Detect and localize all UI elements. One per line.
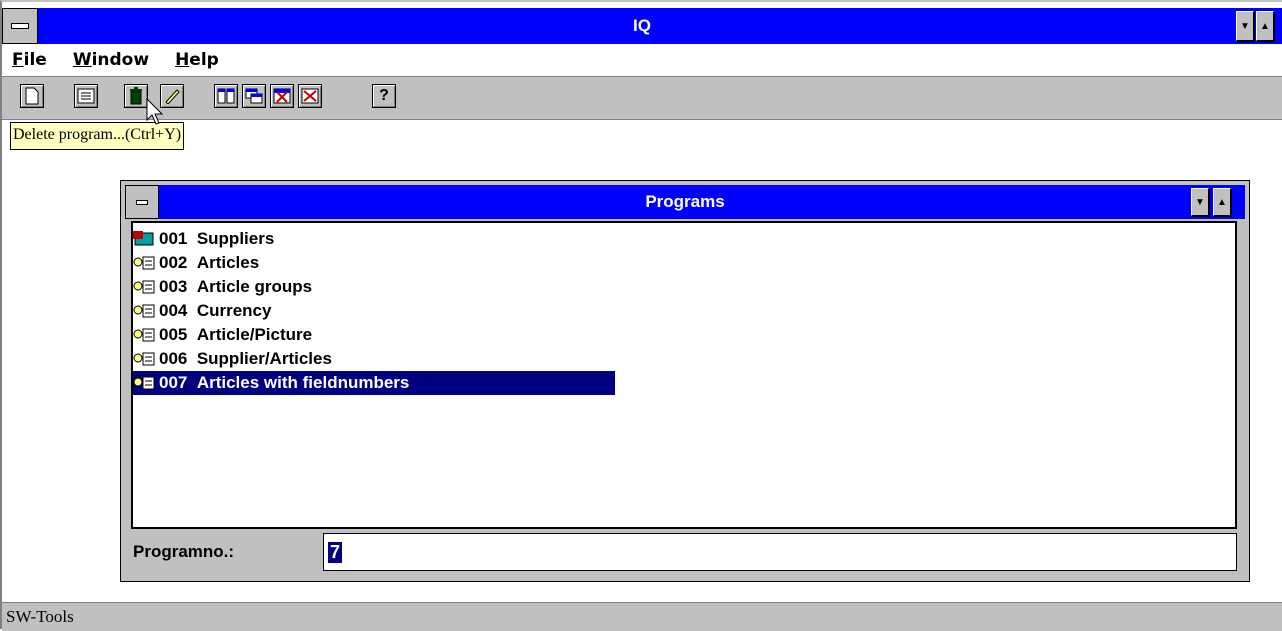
list-item[interactable]: 006 Supplier/Articles [133, 347, 613, 371]
system-menu-icon [11, 23, 29, 29]
delete-program-button[interactable] [124, 84, 148, 108]
program-icon [133, 374, 159, 392]
program-icon [133, 326, 159, 344]
list-item[interactable]: 004 Currency [133, 299, 613, 323]
list-button[interactable] [74, 84, 98, 108]
window-title: IQ [633, 16, 651, 35]
programs-window: Programs ▼ ▲ 001 Suppliers 002 Articles … [120, 180, 1250, 582]
menu-help[interactable]: Help [175, 50, 219, 70]
programs-maximize-button[interactable]: ▲ [1213, 188, 1231, 216]
minimize-icon: ▼ [1240, 20, 1250, 32]
tooltip: Delete program...(Ctrl+Y) [10, 122, 185, 150]
menu-bar: File Window Help [12, 46, 1272, 74]
help-icon: ? [379, 87, 389, 104]
program-icon [133, 302, 159, 320]
tile-icon [217, 88, 235, 104]
programno-label: Programno.: [133, 542, 235, 561]
cascade-button[interactable] [242, 84, 266, 108]
list-item[interactable]: 002 Articles [133, 251, 613, 275]
new-icon [25, 87, 39, 105]
programs-list[interactable]: 001 Suppliers 002 Articles 003 Article g… [131, 221, 1237, 529]
close-window-icon [273, 88, 291, 104]
status-text: SW-Tools [6, 607, 74, 626]
new-program-button[interactable] [20, 84, 44, 108]
programs-minimize-button[interactable]: ▼ [1191, 188, 1209, 216]
list-item-selected[interactable]: 007 Articles with fieldnumbers [133, 371, 615, 395]
menu-window[interactable]: Window [73, 50, 149, 70]
programno-value: 7 [328, 541, 343, 563]
delete-icon [130, 87, 142, 105]
programno-input[interactable]: 7 [323, 533, 1237, 571]
close-all-button[interactable] [298, 84, 322, 108]
list-item[interactable]: 005 Article/Picture [133, 323, 613, 347]
program-icon [133, 254, 159, 272]
cascade-icon [245, 88, 263, 104]
minimize-button[interactable]: ▼ [1236, 11, 1254, 41]
status-bar: SW-Tools [2, 602, 1282, 631]
program-icon [133, 278, 159, 296]
help-button[interactable]: ? [372, 84, 396, 108]
list-item[interactable]: 003 Article groups [133, 275, 613, 299]
title-bar[interactable]: IQ [2, 8, 1282, 44]
system-menu-button[interactable] [2, 8, 38, 44]
program-icon [133, 350, 159, 368]
program-icon [133, 230, 159, 248]
list-icon [77, 88, 95, 104]
close-all-icon [301, 88, 319, 104]
programs-title: Programs [645, 192, 725, 211]
close-window-button[interactable] [270, 84, 294, 108]
system-menu-icon [136, 199, 148, 205]
programs-system-menu-button[interactable] [125, 185, 159, 219]
list-item[interactable]: 001 Suppliers [133, 227, 613, 251]
tile-button[interactable] [214, 84, 238, 108]
maximize-icon: ▲ [1217, 196, 1227, 208]
maximize-button[interactable]: ▲ [1256, 11, 1274, 41]
menu-file[interactable]: File [12, 50, 47, 70]
main-window: IQ ▼ ▲ File Window Help ? Delete program… [0, 0, 1282, 631]
programs-title-bar[interactable]: Programs [125, 185, 1245, 219]
toolbar [2, 76, 1282, 120]
cursor-icon [146, 98, 164, 125]
maximize-icon: ▲ [1260, 20, 1270, 32]
minimize-icon: ▼ [1195, 196, 1205, 208]
